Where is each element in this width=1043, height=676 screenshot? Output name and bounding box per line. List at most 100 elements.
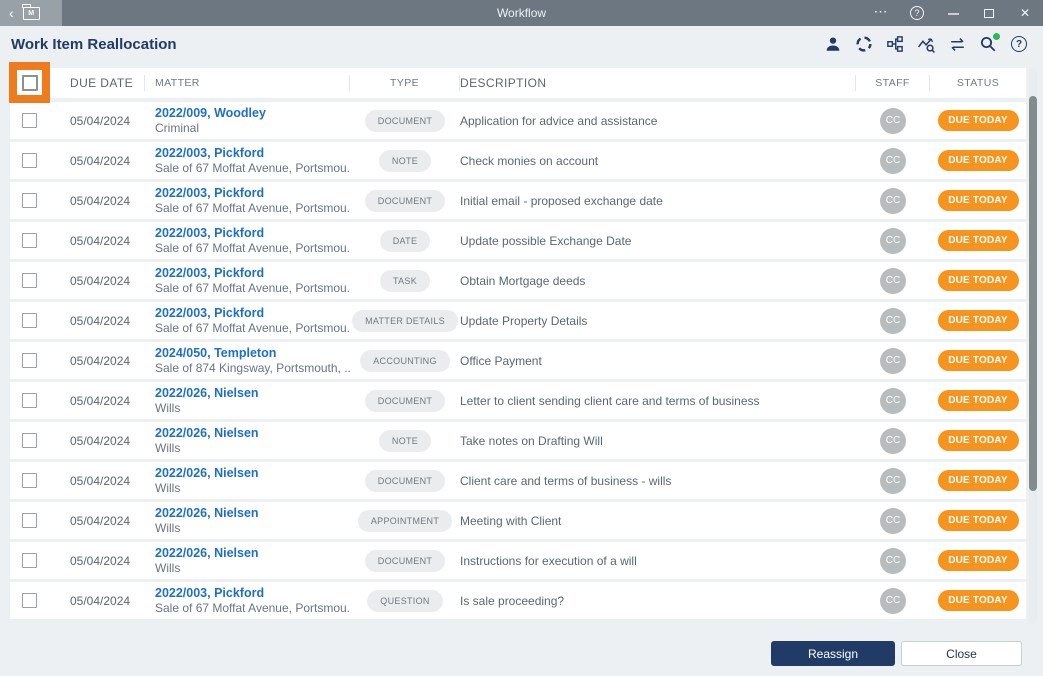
staff-avatar: CC bbox=[880, 267, 906, 294]
staff-avatar: CC bbox=[880, 507, 906, 534]
staff-cell: CC bbox=[856, 102, 930, 139]
matter-description: Sale of 874 Kingsway, Portsmouth, ... bbox=[155, 361, 350, 375]
more-options-icon[interactable]: ⋯ bbox=[863, 0, 899, 26]
titlebar-help-icon[interactable]: ? bbox=[899, 0, 935, 26]
table-row[interactable]: 05/04/2024 2022/026, Nielsen Wills NOTE … bbox=[10, 422, 1026, 459]
table-row[interactable]: 05/04/2024 2022/003, Pickford Sale of 67… bbox=[10, 262, 1026, 299]
table-row[interactable]: 05/04/2024 2022/009, Woodley Criminal DO… bbox=[10, 102, 1026, 139]
staff-cell: CC bbox=[856, 302, 930, 339]
select-all-checkbox[interactable] bbox=[21, 74, 38, 91]
matter-link[interactable]: 2022/003, Pickford bbox=[155, 266, 264, 280]
table-row[interactable]: 05/04/2024 2022/003, Pickford Sale of 67… bbox=[10, 222, 1026, 259]
swap-arrows-icon[interactable] bbox=[947, 34, 967, 54]
column-header-description[interactable]: DESCRIPTION bbox=[460, 75, 856, 91]
column-header-type[interactable]: TYPE bbox=[350, 75, 460, 91]
matter-cell: 2022/026, Nielsen Wills bbox=[145, 422, 350, 459]
sync-icon[interactable] bbox=[854, 34, 874, 54]
matter-description: Sale of 67 Moffat Avenue, Portsmou... bbox=[155, 281, 350, 295]
close-icon[interactable]: ✕ bbox=[1007, 0, 1043, 26]
matter-cell: 2022/026, Nielsen Wills bbox=[145, 382, 350, 419]
type-cell: DATE bbox=[350, 222, 460, 259]
status-badge: DUE TODAY bbox=[937, 190, 1019, 211]
activity-search-icon[interactable] bbox=[916, 34, 936, 54]
matter-link[interactable]: 2022/009, Woodley bbox=[155, 106, 266, 120]
matter-link[interactable]: 2022/003, Pickford bbox=[155, 586, 264, 600]
matter-link[interactable]: 2022/003, Pickford bbox=[155, 146, 264, 160]
staff-cell: CC bbox=[856, 222, 930, 259]
minimize-icon[interactable] bbox=[935, 0, 971, 26]
matter-link[interactable]: 2022/026, Nielsen bbox=[155, 466, 259, 480]
row-checkbox[interactable] bbox=[22, 553, 37, 568]
help-icon[interactable]: ? bbox=[1009, 34, 1029, 54]
table-row[interactable]: 05/04/2024 2022/026, Nielsen Wills APPOI… bbox=[10, 502, 1026, 539]
matter-link[interactable]: 2024/050, Templeton bbox=[155, 346, 276, 360]
table-row[interactable]: 05/04/2024 2022/003, Pickford Sale of 67… bbox=[10, 302, 1026, 339]
user-icon[interactable] bbox=[823, 34, 843, 54]
row-checkbox[interactable] bbox=[22, 193, 37, 208]
matter-link[interactable]: 2022/026, Nielsen bbox=[155, 426, 259, 440]
row-checkbox[interactable] bbox=[22, 273, 37, 288]
column-header-staff[interactable]: STAFF bbox=[856, 75, 930, 91]
table-row[interactable]: 05/04/2024 2024/050, Templeton Sale of 8… bbox=[10, 342, 1026, 379]
status-badge: DUE TODAY bbox=[937, 390, 1019, 411]
row-checkbox[interactable] bbox=[22, 233, 37, 248]
row-checkbox[interactable] bbox=[22, 313, 37, 328]
row-checkbox[interactable] bbox=[22, 113, 37, 128]
staff-cell: CC bbox=[856, 382, 930, 419]
row-checkbox[interactable] bbox=[22, 393, 37, 408]
matter-description: Sale of 67 Moffat Avenue, Portsmou... bbox=[155, 321, 350, 335]
table-row[interactable]: 05/04/2024 2022/026, Nielsen Wills DOCUM… bbox=[10, 542, 1026, 579]
matter-cell: 2022/003, Pickford Sale of 67 Moffat Ave… bbox=[145, 262, 350, 299]
titlebar-nav-segment: ‹ M bbox=[0, 0, 62, 26]
due-date: 05/04/2024 bbox=[70, 273, 131, 288]
type-badge: ACCOUNTING bbox=[360, 349, 450, 372]
row-checkbox[interactable] bbox=[22, 153, 37, 168]
staff-avatar: CC bbox=[880, 467, 906, 494]
matter-link[interactable]: 2022/003, Pickford bbox=[155, 226, 264, 240]
staff-avatar: CC bbox=[880, 187, 906, 214]
matter-link[interactable]: 2022/026, Nielsen bbox=[155, 546, 259, 560]
row-check-cell bbox=[10, 382, 60, 419]
table-row[interactable]: 05/04/2024 2022/026, Nielsen Wills DOCUM… bbox=[10, 382, 1026, 419]
staff-cell: CC bbox=[856, 422, 930, 459]
close-button[interactable]: Close bbox=[901, 641, 1022, 666]
matter-link[interactable]: 2022/026, Nielsen bbox=[155, 386, 259, 400]
row-checkbox[interactable] bbox=[22, 473, 37, 488]
vertical-scrollbar-thumb[interactable] bbox=[1029, 96, 1037, 491]
status-badge: DUE TODAY bbox=[937, 310, 1019, 331]
workflow-map-icon[interactable] bbox=[885, 34, 905, 54]
help-glyph: ? bbox=[1011, 36, 1027, 52]
due-date: 05/04/2024 bbox=[70, 353, 131, 368]
back-icon[interactable]: ‹ bbox=[9, 6, 14, 20]
table-row[interactable]: 05/04/2024 2022/026, Nielsen Wills DOCUM… bbox=[10, 462, 1026, 499]
work-item-description: Initial email - proposed exchange date bbox=[460, 193, 663, 208]
vertical-scrollbar-track[interactable] bbox=[1029, 68, 1037, 624]
staff-avatar: CC bbox=[880, 107, 906, 134]
maximize-icon[interactable] bbox=[971, 0, 1007, 26]
type-cell: NOTE bbox=[350, 422, 460, 459]
search-icon[interactable] bbox=[978, 33, 1000, 54]
due-date: 05/04/2024 bbox=[70, 593, 131, 608]
column-header-matter[interactable]: MATTER bbox=[145, 75, 350, 91]
table-row[interactable]: 05/04/2024 2022/003, Pickford Sale of 67… bbox=[10, 182, 1026, 219]
row-checkbox[interactable] bbox=[22, 353, 37, 368]
staff-cell: CC bbox=[856, 142, 930, 179]
row-checkbox[interactable] bbox=[22, 513, 37, 528]
row-check-cell bbox=[10, 262, 60, 299]
header-toolbar: ? bbox=[823, 33, 1029, 54]
matter-link[interactable]: 2022/003, Pickford bbox=[155, 306, 264, 320]
matter-cell: 2022/026, Nielsen Wills bbox=[145, 502, 350, 539]
type-badge: TASK bbox=[379, 269, 431, 292]
matter-link[interactable]: 2022/026, Nielsen bbox=[155, 506, 259, 520]
matter-folder-icon[interactable]: M bbox=[22, 3, 40, 20]
status-cell: DUE TODAY bbox=[930, 422, 1026, 459]
table-row[interactable]: 05/04/2024 2022/003, Pickford Sale of 67… bbox=[10, 142, 1026, 179]
reassign-button[interactable]: Reassign bbox=[771, 641, 895, 666]
row-check-cell bbox=[10, 302, 60, 339]
column-header-due-date[interactable]: DUE DATE bbox=[60, 75, 145, 91]
row-checkbox[interactable] bbox=[22, 433, 37, 448]
row-checkbox[interactable] bbox=[22, 593, 37, 608]
table-row[interactable]: 05/04/2024 2022/003, Pickford Sale of 67… bbox=[10, 582, 1026, 619]
column-header-status[interactable]: STATUS bbox=[930, 68, 1026, 98]
matter-link[interactable]: 2022/003, Pickford bbox=[155, 186, 264, 200]
